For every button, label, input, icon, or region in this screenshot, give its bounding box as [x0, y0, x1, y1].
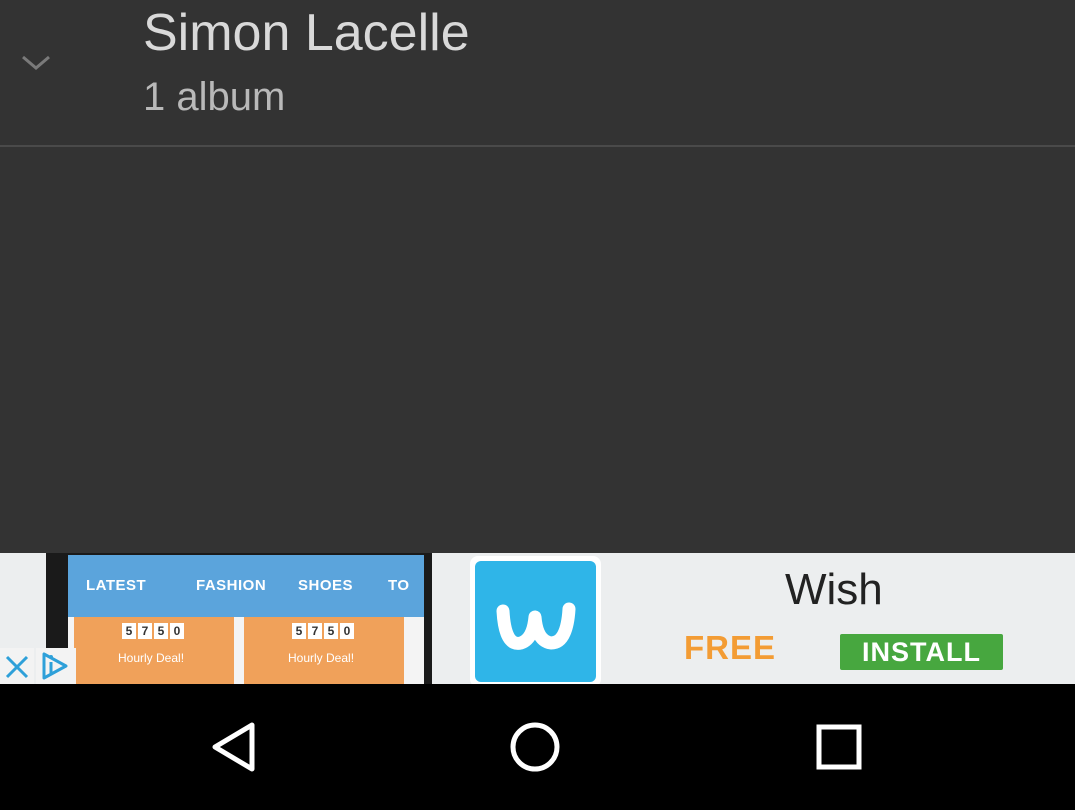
- install-button[interactable]: INSTALL: [840, 634, 1003, 670]
- ad-deal-card: 5 7 5 0 Hourly Deal!: [74, 617, 234, 684]
- recents-icon[interactable]: [811, 719, 867, 775]
- ad-digit: 0: [170, 623, 184, 639]
- wish-logo-icon[interactable]: [475, 561, 596, 682]
- ad-tabs: LATEST FASHION SHOES TO: [68, 555, 424, 617]
- ad-tab-fashion: FASHION: [196, 577, 267, 594]
- ad-brand-name: Wish: [785, 565, 883, 614]
- artist-name: Simon Lacelle: [143, 4, 470, 62]
- album-count: 1 album: [143, 75, 286, 119]
- ad-phone-screen: LATEST FASHION SHOES TO 5 7 5 0 Hourly D…: [68, 555, 424, 684]
- home-icon[interactable]: [507, 719, 563, 775]
- ad-digit: 7: [308, 623, 322, 639]
- close-icon[interactable]: [0, 648, 34, 684]
- back-icon[interactable]: [206, 719, 262, 775]
- adchoices-icon[interactable]: [36, 648, 76, 684]
- ad-digit: 0: [340, 623, 354, 639]
- chevron-down-icon[interactable]: [18, 48, 54, 76]
- ad-banner[interactable]: LATEST FASHION SHOES TO 5 7 5 0 Hourly D…: [0, 553, 1075, 684]
- ad-deal-timer: 5 7 5 0: [292, 623, 354, 639]
- ad-digit: 7: [138, 623, 152, 639]
- content-area: [0, 147, 1075, 553]
- ad-deal-label: Hourly Deal!: [288, 651, 355, 665]
- artist-row[interactable]: Simon Lacelle 1 album: [0, 0, 1075, 147]
- ad-controls: [0, 648, 78, 684]
- navigation-bar: [0, 684, 1075, 810]
- ad-digit: 5: [292, 623, 306, 639]
- ad-deal-card: 5 7 5 0 Hourly Deal!: [244, 617, 404, 684]
- ad-digit: 5: [122, 623, 136, 639]
- ad-deal-label: Hourly Deal!: [118, 651, 185, 665]
- ad-price-label: FREE: [684, 629, 777, 666]
- ad-digit: 5: [154, 623, 168, 639]
- ad-phone-image: LATEST FASHION SHOES TO 5 7 5 0 Hourly D…: [46, 553, 432, 684]
- screen: Simon Lacelle 1 album LATEST FASHION SHO…: [0, 0, 1075, 810]
- ad-tab-shoes: SHOES: [298, 577, 354, 594]
- ad-deal-timer: 5 7 5 0: [122, 623, 184, 639]
- ad-digit: 5: [324, 623, 338, 639]
- ad-tab-latest: LATEST: [86, 577, 147, 594]
- ad-tab-more: TO: [388, 577, 410, 594]
